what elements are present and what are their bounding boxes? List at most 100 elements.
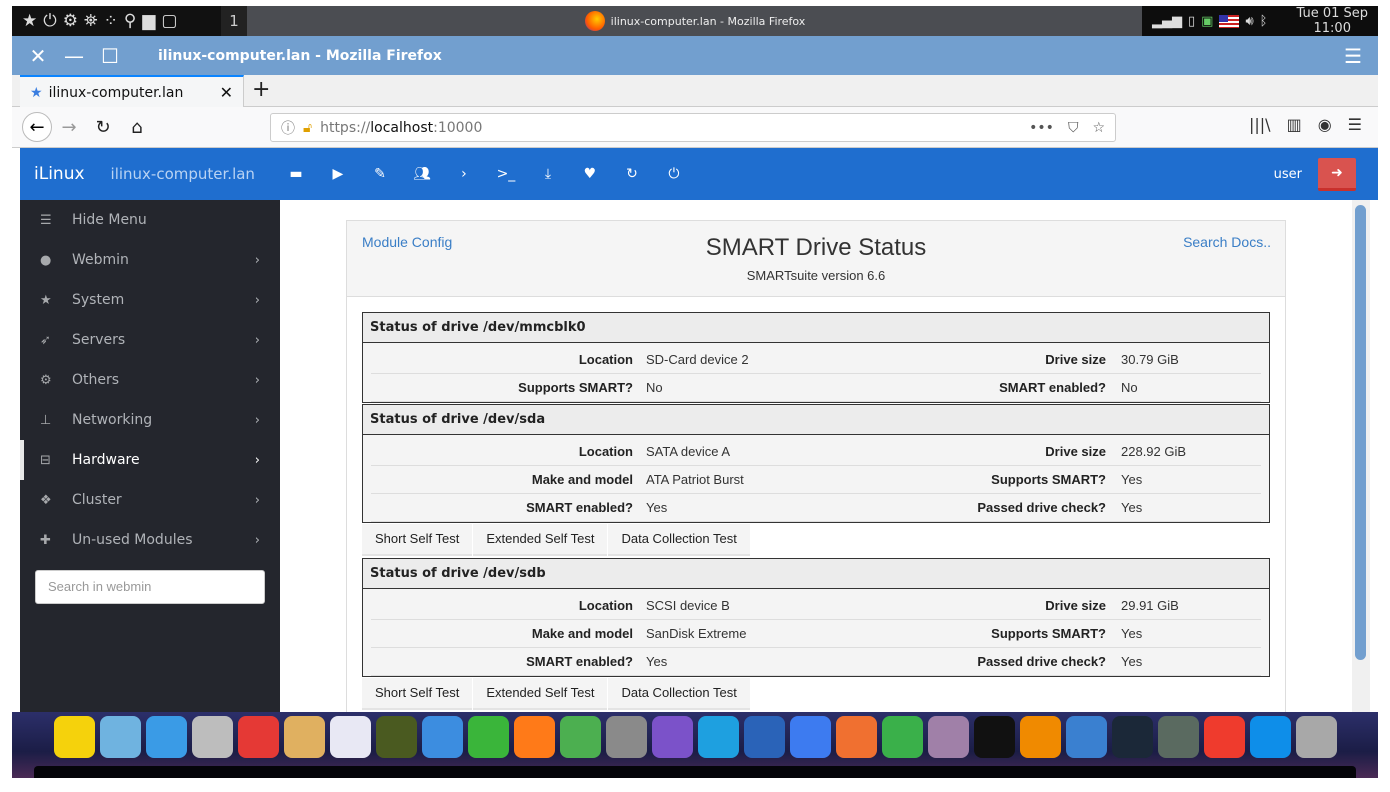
window-menu-icon[interactable]: ☰ bbox=[1344, 44, 1362, 68]
library-icon[interactable]: |||\ bbox=[1249, 115, 1271, 134]
forward-button[interactable]: → bbox=[52, 117, 86, 138]
short-self-test-button[interactable]: Short Self Test bbox=[362, 678, 473, 710]
brand[interactable]: iLinux bbox=[34, 164, 85, 184]
extended-self-test-button[interactable]: Extended Self Test bbox=[473, 678, 608, 710]
play-icon[interactable]: ▶ bbox=[315, 166, 361, 182]
qbittorrent-icon[interactable] bbox=[1065, 716, 1107, 758]
restore-app-icon[interactable] bbox=[1157, 716, 1199, 758]
wps-presentation-icon[interactable] bbox=[835, 716, 877, 758]
network-icon[interactable]: ▣ bbox=[1201, 14, 1213, 29]
dots-app-icon[interactable] bbox=[99, 716, 141, 758]
volume-icon[interactable]: 🔊︎ bbox=[1245, 14, 1253, 29]
new-tab-button[interactable]: + bbox=[252, 77, 270, 102]
webcam-app-icon[interactable] bbox=[927, 716, 969, 758]
plane-app-icon[interactable] bbox=[421, 716, 463, 758]
pro-app-icon[interactable] bbox=[605, 716, 647, 758]
file-cabinet-icon[interactable] bbox=[191, 716, 233, 758]
search-input[interactable] bbox=[36, 571, 264, 603]
close-icon[interactable]: ✕ bbox=[20, 44, 56, 68]
panel-header: Module Config SMART Drive Status SMARTsu… bbox=[347, 221, 1285, 297]
us-flag-icon[interactable] bbox=[1219, 14, 1240, 28]
pencil-icon[interactable]: ✎ bbox=[357, 166, 403, 182]
wps-spreadsheet-icon[interactable] bbox=[881, 716, 923, 758]
star-app-icon[interactable] bbox=[53, 716, 95, 758]
teamviewer-icon[interactable] bbox=[1249, 716, 1291, 758]
a-app-icon[interactable] bbox=[973, 716, 1015, 758]
window-app-icon[interactable] bbox=[145, 716, 187, 758]
data-collection-test-button[interactable]: Data Collection Test bbox=[608, 678, 750, 710]
search-icon[interactable]: ⚲ bbox=[124, 11, 136, 31]
user-name[interactable]: user bbox=[1274, 167, 1302, 182]
page-actions-icon[interactable]: ••• bbox=[1029, 120, 1054, 136]
back-button[interactable]: ← bbox=[22, 112, 52, 142]
power-icon[interactable]: ⏻ bbox=[651, 166, 697, 182]
sidebar-item-servers[interactable]: ➶ Servers › bbox=[20, 320, 280, 360]
folder-icon[interactable]: ▆ bbox=[142, 11, 155, 31]
insecure-lock-icon[interactable]: 🔓︎ bbox=[303, 120, 312, 136]
download-icon[interactable]: ⤓ bbox=[525, 166, 571, 182]
bluetooth-icon[interactable]: ᛒ bbox=[1260, 14, 1268, 29]
clock[interactable]: Tue 01 Sep 11:00 bbox=[1296, 6, 1378, 36]
folder-icon[interactable]: ▬ bbox=[273, 166, 319, 182]
sidebar-item-hide-menu[interactable]: ☰ Hide Menu bbox=[20, 200, 280, 240]
bookmark-star-icon[interactable]: ☆ bbox=[1092, 120, 1105, 136]
minimize-icon[interactable]: — bbox=[56, 44, 92, 68]
sidebar-icon[interactable]: ▥ bbox=[1287, 115, 1302, 134]
battery-icon[interactable]: ▯ bbox=[1188, 14, 1195, 29]
browser-tab[interactable]: ★ ilinux-computer.lan ✕ bbox=[20, 75, 244, 108]
workspace-switcher[interactable]: 1 bbox=[221, 6, 247, 36]
sidebar-item-hardware[interactable]: ⊟ Hardware › bbox=[20, 440, 280, 480]
terminal-icon[interactable]: >_ bbox=[483, 166, 529, 182]
binoculars-icon[interactable] bbox=[375, 716, 417, 758]
sidebar-item-networking[interactable]: ⊥ Networking › bbox=[20, 400, 280, 440]
sidebar-item-webmin[interactable]: ● Webmin › bbox=[20, 240, 280, 280]
hamburger-menu-icon[interactable]: ☰ bbox=[1348, 115, 1362, 134]
firefox-icon[interactable] bbox=[513, 716, 555, 758]
sidebar-item-system[interactable]: ★ System › bbox=[20, 280, 280, 320]
thunderbird-icon[interactable] bbox=[743, 716, 785, 758]
green-pipe-icon[interactable] bbox=[467, 716, 509, 758]
extended-self-test-button[interactable]: Extended Self Test bbox=[473, 524, 608, 556]
pocket-icon[interactable]: ⛉ bbox=[1068, 120, 1079, 136]
color-palette-icon[interactable] bbox=[283, 716, 325, 758]
users-icon[interactable]: 👥︎ bbox=[399, 166, 445, 182]
anydesk-icon[interactable] bbox=[1203, 716, 1245, 758]
search-box[interactable]: Search in webmin bbox=[35, 570, 265, 604]
close-tab-icon[interactable]: ✕ bbox=[220, 83, 233, 102]
home-button[interactable]: ⌂ bbox=[120, 117, 154, 138]
heartbeat-icon[interactable]: ♥ bbox=[567, 166, 613, 182]
chevron-right-icon[interactable]: › bbox=[441, 166, 487, 182]
sidebar-item-others[interactable]: ⚙ Others › bbox=[20, 360, 280, 400]
binoculars-icon[interactable]: ⛯ bbox=[84, 11, 98, 31]
trash-icon[interactable] bbox=[1295, 716, 1337, 758]
chrome-icon[interactable] bbox=[559, 716, 601, 758]
sidebar-item-cluster[interactable]: ❖ Cluster › bbox=[20, 480, 280, 520]
info-icon[interactable]: ⓘ bbox=[281, 118, 295, 138]
scrollbar-thumb[interactable] bbox=[1355, 205, 1366, 660]
settings-icon[interactable]: ⚙ bbox=[63, 11, 78, 31]
apps-icon[interactable]: ⁘ bbox=[104, 11, 118, 31]
steam-icon[interactable] bbox=[1111, 716, 1153, 758]
search-docs-link[interactable]: Search Docs.. bbox=[1183, 234, 1271, 250]
toggle-settings-icon[interactable] bbox=[237, 716, 279, 758]
short-self-test-button[interactable]: Short Self Test bbox=[362, 524, 473, 556]
reload-button[interactable]: ↻ bbox=[86, 117, 120, 138]
star-icon[interactable]: ★ bbox=[22, 11, 37, 31]
signal-icon[interactable]: ▂▄▆ bbox=[1152, 14, 1182, 29]
account-icon[interactable]: ◉ bbox=[1318, 115, 1332, 134]
maximize-icon[interactable]: ☐ bbox=[92, 44, 128, 68]
hostname-link[interactable]: ilinux-computer.lan bbox=[111, 165, 255, 183]
skype-icon[interactable] bbox=[697, 716, 739, 758]
refresh-icon[interactable]: ↻ bbox=[609, 166, 655, 182]
logout-button[interactable]: ➜ bbox=[1318, 157, 1356, 191]
page-title: SMART Drive Status bbox=[705, 234, 927, 261]
wps-writer-icon[interactable] bbox=[789, 716, 831, 758]
power-icon[interactable]: ⏻ bbox=[43, 11, 56, 31]
vlc-icon[interactable] bbox=[1019, 716, 1061, 758]
data-collection-test-button[interactable]: Data Collection Test bbox=[608, 524, 750, 556]
sidebar-item-un-used-modules[interactable]: ✚ Un-used Modules › bbox=[20, 520, 280, 560]
store-bag-icon[interactable] bbox=[329, 716, 371, 758]
desktop-icon[interactable]: ▢ bbox=[161, 11, 177, 31]
viber-icon[interactable] bbox=[651, 716, 693, 758]
url-bar[interactable]: ⓘ 🔓︎ https://localhost:10000 ••• ⛉ ☆ bbox=[270, 113, 1116, 142]
